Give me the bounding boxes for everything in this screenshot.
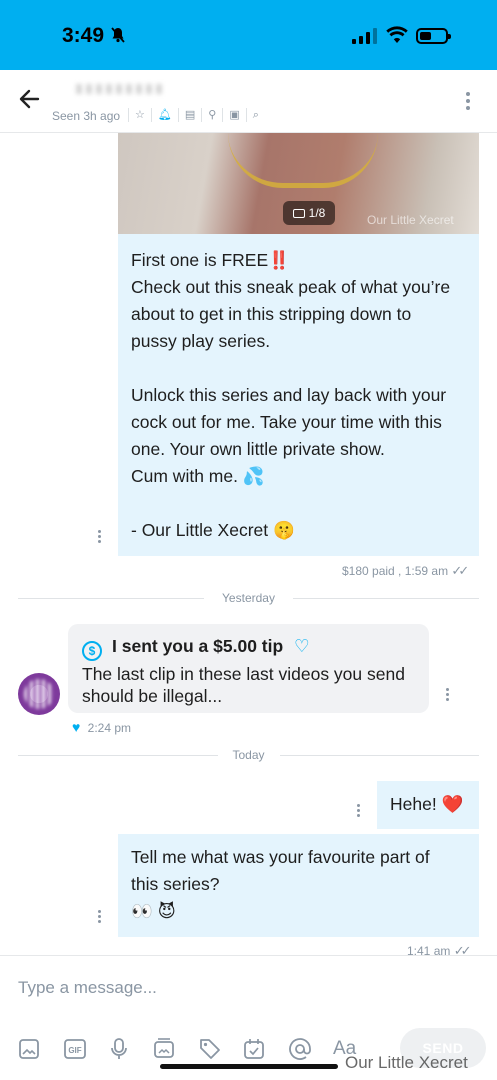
image-icon[interactable]	[18, 1036, 63, 1062]
heart-outline-icon: ♡	[294, 636, 310, 656]
gallery-icon[interactable]: ▣	[222, 108, 245, 122]
wifi-icon	[386, 26, 408, 49]
video-camera-icon	[292, 208, 305, 218]
mention-icon[interactable]	[288, 1036, 333, 1062]
message-options-icon[interactable]	[98, 530, 102, 545]
media-watermark: Our Little Xecret	[367, 213, 454, 227]
silent-bell-icon	[110, 27, 126, 48]
tip-header: $ I sent you a $5.00 tip ♡	[82, 634, 415, 661]
note-icon[interactable]: ▤	[177, 108, 201, 122]
message-options-icon[interactable]	[98, 910, 102, 925]
more-options-icon[interactable]	[466, 92, 472, 113]
date-divider: Yesterday	[18, 591, 479, 605]
message-line	[131, 355, 466, 382]
message-price-time: $180 paid , 1:59 am	[342, 564, 449, 578]
header-toolbar: ☆ 🔔︎ ▤ ⚲ ▣ ⌕	[128, 108, 265, 122]
search-icon[interactable]: ⌕	[245, 108, 265, 122]
message-line: this series?	[131, 874, 220, 894]
svg-text:GIF: GIF	[68, 1046, 81, 1055]
schedule-icon[interactable]	[243, 1036, 288, 1062]
message-time: 2:24 pm	[87, 721, 132, 735]
message-line: Tell me what was your favourite part of	[131, 847, 430, 867]
message-line: one. Your own little private show.	[131, 439, 385, 459]
outgoing-message[interactable]: First one is FREE‼️ Check out this sneak…	[118, 234, 479, 556]
outgoing-message[interactable]: Hehe! ❤️	[377, 781, 479, 829]
tip-title: I sent you a $5.00 tip	[112, 636, 284, 656]
liked-heart-icon[interactable]: ♥	[72, 719, 80, 735]
message-input[interactable]: Type a message...	[18, 978, 157, 998]
media-counter-text: 1/8	[308, 206, 326, 220]
message-line	[131, 490, 466, 517]
star-icon[interactable]: ☆	[128, 108, 151, 122]
date-divider: Today	[18, 748, 479, 762]
last-seen-text: Seen 3h ago	[52, 109, 121, 123]
message-line: cock out for me. Take your time with thi…	[131, 412, 442, 432]
watermark: Our Little Xecret	[345, 1053, 468, 1072]
composer-toolbar: GIF Aa	[18, 1036, 378, 1062]
outgoing-message[interactable]: Tell me what was your favourite part of …	[118, 834, 479, 937]
message-line: should be illegal...	[82, 686, 223, 706]
contact-name-redacted	[76, 84, 166, 94]
dollar-coin-icon: $	[82, 641, 102, 661]
media-image	[228, 133, 378, 188]
back-arrow-icon[interactable]	[18, 88, 40, 114]
media-counter-badge: 1/8	[283, 201, 335, 225]
read-receipt-icon: ✓✓	[451, 563, 469, 578]
chat-header: Seen 3h ago ☆ 🔔︎ ▤ ⚲ ▣ ⌕	[0, 70, 497, 133]
message-line: Cum with me. 💦	[131, 466, 265, 486]
avatar[interactable]	[18, 673, 60, 715]
battery-icon	[416, 28, 451, 44]
message-line: about to get in this stripping down to	[131, 304, 412, 324]
message-meta: $180 paid , 1:59 am ✓✓	[342, 563, 469, 579]
message-line: - Our Little Xecret 🤫	[131, 520, 295, 540]
message-options-icon[interactable]	[446, 688, 450, 703]
notification-bell-icon[interactable]: 🔔︎	[150, 108, 178, 122]
cellular-signal-icon	[352, 28, 377, 44]
gif-icon[interactable]: GIF	[63, 1036, 108, 1062]
message-options-icon[interactable]	[357, 804, 361, 819]
media-vault-icon[interactable]	[153, 1036, 198, 1062]
message-text: Hehe! ❤️	[390, 794, 464, 814]
message-line: First one is FREE‼️	[131, 250, 290, 270]
status-time: 3:49	[62, 24, 105, 47]
pin-icon[interactable]: ⚲	[201, 108, 222, 122]
message-line: The last clip in these last videos you s…	[82, 664, 405, 684]
microphone-icon[interactable]	[108, 1036, 153, 1062]
message-line: Unlock this series and lay back with you…	[131, 385, 447, 405]
price-tag-icon[interactable]	[198, 1036, 243, 1062]
message-line: Check out this sneak peak of what you’re	[131, 277, 451, 297]
message-meta: ♥ 2:24 pm	[72, 719, 131, 735]
incoming-tip-message[interactable]: $ I sent you a $5.00 tip ♡ The last clip …	[68, 624, 429, 713]
message-line: pussy play series.	[131, 331, 271, 351]
home-indicator	[160, 1064, 338, 1069]
status-bar: 3:49	[0, 0, 497, 70]
message-line: 👀 😈	[131, 901, 176, 921]
